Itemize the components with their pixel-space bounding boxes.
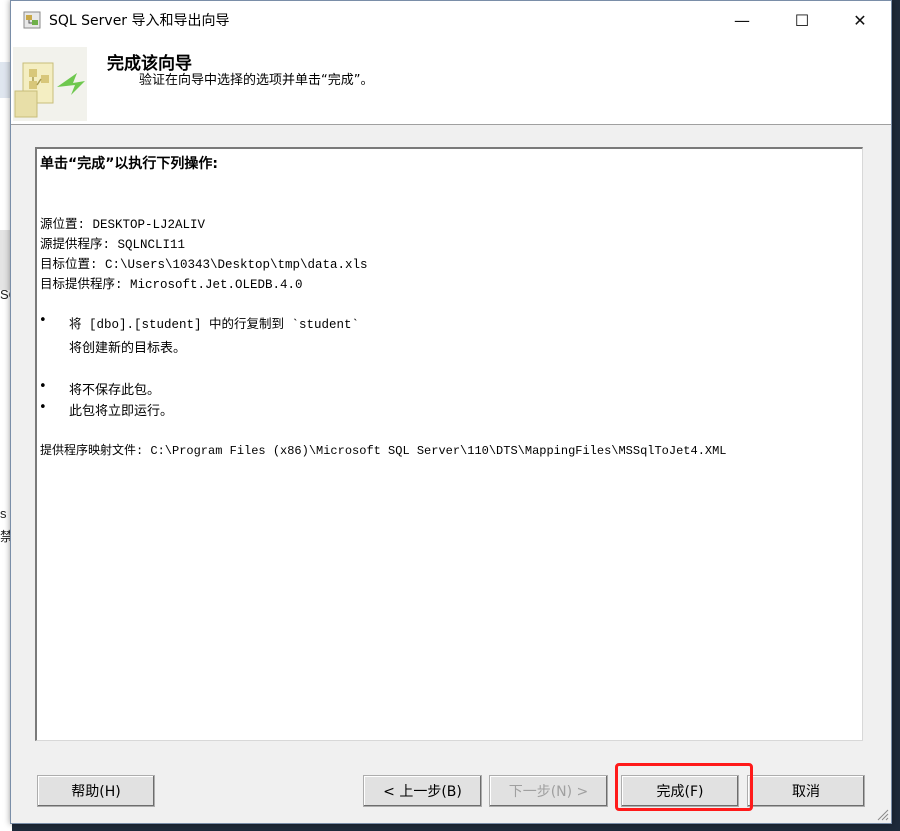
run-immediately: 此包将立即运行。 — [69, 404, 174, 419]
source-location: 源位置: DESKTOP-LJ2ALIV — [40, 218, 206, 232]
back-button-label: < 上一步(B) — [383, 784, 462, 800]
destination-provider: 目标提供程序: Microsoft.Jet.OLEDB.4.0 — [40, 278, 303, 292]
back-button[interactable]: < 上一步(B) — [363, 775, 482, 807]
resize-grip-icon[interactable] — [875, 807, 889, 821]
bullet-icon: • — [39, 379, 47, 394]
mapping-file: 提供程序映射文件: C:\Program Files (x86)\Microso… — [40, 444, 727, 458]
maximize-button[interactable]: ☐ — [779, 1, 825, 39]
bullet-icon: • — [39, 313, 47, 328]
window-title: SQL Server 导入和导出向导 — [49, 13, 230, 29]
source-provider: 源提供程序: SQLNCLI11 — [40, 238, 186, 252]
minimize-button[interactable]: — — [719, 1, 765, 39]
next-button[interactable]: 下一步(N) > — [489, 775, 608, 807]
summary-heading: 单击“完成”以执行下列操作: — [40, 156, 219, 172]
next-button-label: 下一步(N) > — [508, 784, 589, 800]
title-bar[interactable]: SQL Server 导入和导出向导 — ☐ ✕ — [11, 1, 891, 39]
background-text: s — [0, 506, 7, 521]
cancel-button-label: 取消 — [792, 784, 820, 800]
close-icon: ✕ — [853, 10, 867, 30]
help-button[interactable]: 帮助(H) — [37, 775, 155, 807]
page-subtitle: 验证在向导中选择的选项并单击“完成”。 — [139, 73, 374, 88]
wizard-banner-icon — [13, 47, 87, 121]
summary-textbox[interactable]: 单击“完成”以执行下列操作: 源位置: DESKTOP-LJ2ALIV 源提供程… — [35, 147, 863, 741]
maximize-icon: ☐ — [794, 10, 810, 30]
wizard-app-icon — [23, 11, 41, 29]
destination-location: 目标位置: C:\Users\10343\Desktop\tmp\data.xl… — [40, 258, 368, 272]
not-save-package: 将不保存此包。 — [69, 383, 161, 398]
finish-button[interactable]: 完成(F) — [621, 775, 739, 807]
import-export-wizard-window: SQL Server 导入和导出向导 — ☐ ✕ 完成该向导 验证在向导中选择的… — [10, 0, 892, 824]
create-table-note: 将创建新的目标表。 — [69, 341, 187, 356]
help-button-label: 帮助(H) — [71, 784, 121, 800]
copy-action: 将 [dbo].[student] 中的行复制到 `student` — [69, 318, 360, 332]
finish-button-label: 完成(F) — [656, 784, 704, 800]
cancel-button[interactable]: 取消 — [747, 775, 865, 807]
bullet-icon: • — [39, 400, 47, 415]
close-button[interactable]: ✕ — [837, 1, 883, 39]
minimize-icon: — — [734, 10, 750, 30]
wizard-header: 完成该向导 验证在向导中选择的选项并单击“完成”。 — [11, 39, 891, 125]
